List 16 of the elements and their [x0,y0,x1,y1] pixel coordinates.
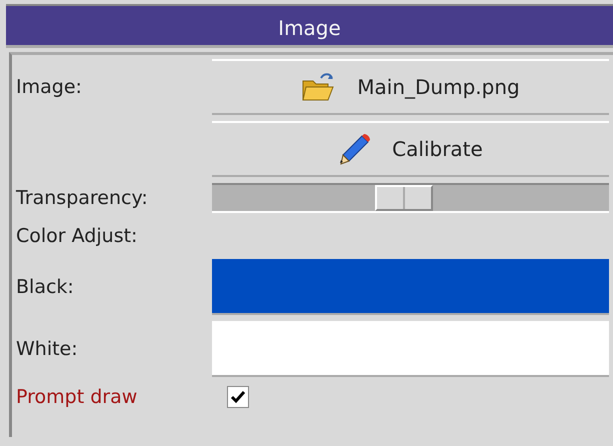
prompt-draw-checkbox[interactable] [227,386,249,408]
color-label: White: [16,336,79,362]
color-label: Black: [16,274,75,300]
transparency-slider[interactable] [212,183,609,213]
folder-icon [301,71,336,103]
pencil-icon [338,133,370,165]
image-label: Image: [16,74,83,100]
color-swatch[interactable] [212,259,609,315]
color-swatch[interactable] [212,321,609,377]
color-adjust-label: Color Adjust: [16,224,138,249]
file-button[interactable]: Main_Dump.png [212,59,609,115]
transparency-label: Transparency: [16,186,149,211]
prompt-draw-label: Prompt draw [16,385,138,410]
calibrate-button[interactable]: Calibrate [212,121,609,177]
slider-thumb[interactable] [374,185,433,211]
panel-title: Image [6,4,613,48]
